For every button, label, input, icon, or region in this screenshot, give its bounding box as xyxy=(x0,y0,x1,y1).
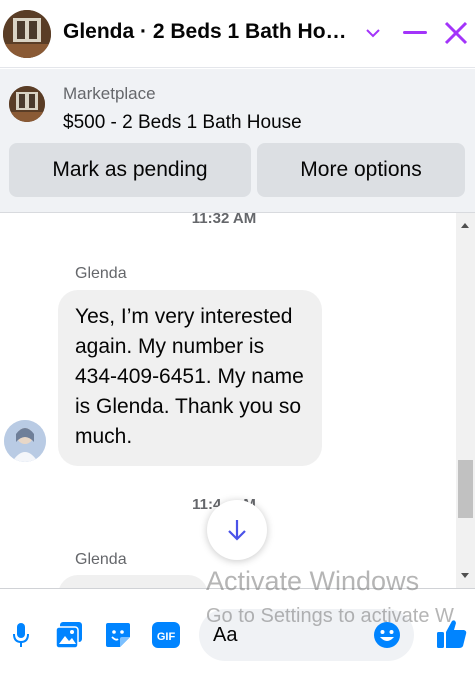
svg-text:GIF: GIF xyxy=(157,631,176,643)
message-thread[interactable]: 11:32 AM Glenda Yes, I’m very interested… xyxy=(0,213,456,588)
marketplace-banner: Marketplace $500 - 2 Beds 1 Bath House M… xyxy=(0,69,475,213)
marketplace-label: Marketplace xyxy=(63,84,156,103)
more-options-button[interactable]: More options xyxy=(257,143,465,197)
message-bubble[interactable]: Yes, I’m very interested again. My numbe… xyxy=(58,290,322,466)
activation-watermark-title: Activate Windows xyxy=(206,566,420,596)
message-sender: Glenda xyxy=(75,551,127,568)
close-icon[interactable] xyxy=(441,18,471,48)
chat-header: Glenda · 2 Beds 1 Bath Ho… xyxy=(0,0,475,68)
listing-thumbnail[interactable] xyxy=(9,86,45,122)
message-bubble[interactable] xyxy=(58,575,208,588)
minimize-icon[interactable] xyxy=(400,18,430,48)
sticker-icon[interactable] xyxy=(103,620,133,650)
mark-as-pending-button[interactable]: Mark as pending xyxy=(9,143,251,197)
message-composer: GIF xyxy=(0,588,475,673)
scrollbar-thumb[interactable] xyxy=(458,460,473,518)
conversation-title[interactable]: Glenda · 2 Beds 1 Bath Ho… xyxy=(63,20,353,44)
activation-watermark-subtitle: Go to Settings to activate W xyxy=(206,605,454,627)
listing-title[interactable]: $500 - 2 Beds 1 Bath House xyxy=(63,112,302,134)
gif-icon[interactable]: GIF xyxy=(151,620,181,650)
sender-avatar[interactable] xyxy=(4,420,46,462)
message-sender: Glenda xyxy=(75,265,127,282)
timestamp: 11:32 AM xyxy=(191,213,257,227)
scroll-up-arrow[interactable] xyxy=(461,223,469,228)
chevron-down-icon[interactable] xyxy=(358,18,388,48)
scroll-to-bottom-button[interactable] xyxy=(207,500,267,560)
scroll-down-arrow[interactable] xyxy=(461,573,469,578)
conversation-avatar[interactable] xyxy=(3,10,51,58)
microphone-icon[interactable] xyxy=(6,620,36,650)
image-icon[interactable] xyxy=(54,620,84,650)
scrollbar[interactable] xyxy=(456,213,475,588)
arrow-down-icon xyxy=(228,520,246,541)
